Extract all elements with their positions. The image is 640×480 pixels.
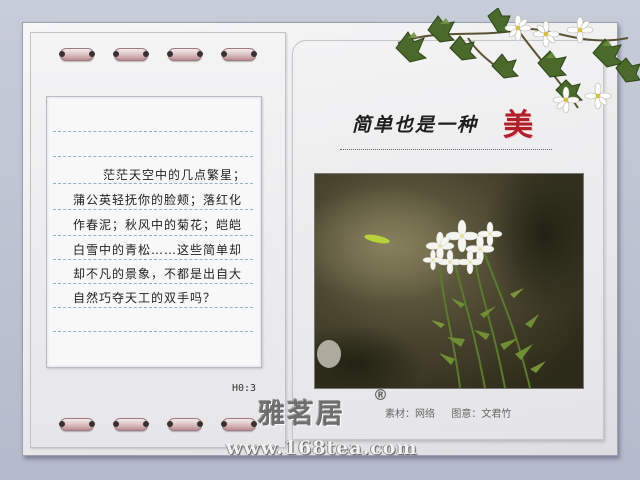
site-url: www.168tea.com xyxy=(226,437,418,459)
page-code: H0:3 xyxy=(232,383,257,394)
credit-material: 素材：网络 xyxy=(385,409,435,420)
binder-ring-icon xyxy=(113,48,149,61)
top-binder-rings xyxy=(59,45,260,63)
ruled-line xyxy=(53,331,253,332)
bottom-binder-rings xyxy=(59,415,260,433)
ruled-line xyxy=(53,307,253,308)
binder-ring-icon xyxy=(221,48,257,61)
site-logo: 雅茗居 xyxy=(258,399,345,430)
binder-ring-icon xyxy=(59,48,95,61)
binder-ring-icon xyxy=(113,418,149,431)
binder-ring-icon xyxy=(221,418,257,431)
poem-line: 自然巧夺天工的双手吗？ xyxy=(73,291,217,305)
ruled-line xyxy=(53,131,253,132)
poem-line: 作春泥；秋风中的菊花；皑皑 xyxy=(73,218,243,232)
ruled-line xyxy=(53,235,253,236)
binder-ring-icon xyxy=(59,418,95,431)
flower-photo-illustration xyxy=(315,174,583,388)
registered-mark: ® xyxy=(373,386,388,404)
ruled-line xyxy=(53,259,253,260)
ivy-flower-icon xyxy=(395,8,640,114)
poem-line: 蒲公英轻抚你的脸颊；落红化 xyxy=(73,193,243,207)
ruled-line xyxy=(53,183,253,184)
poem-line: 却不凡的景象，不都是出自大 xyxy=(73,267,243,281)
binder-ring-icon xyxy=(167,418,203,431)
ruled-line xyxy=(53,283,253,284)
ruled-line xyxy=(53,156,253,157)
title-underline xyxy=(340,149,552,150)
photo-credits: 素材：网络 图意：文君竹 xyxy=(385,405,511,420)
credit-design: 图意：文君竹 xyxy=(451,409,512,420)
binder-ring-icon xyxy=(167,48,203,61)
poem-notepad: 茫茫天空中的几点繁星； 蒲公英轻抚你的脸颊；落红化 作春泥；秋风中的菊花；皑皑 … xyxy=(46,96,262,368)
poem-line: 茫茫天空中的几点繁星； xyxy=(103,168,247,182)
poem-line: 白雪中的青松……这些简单却 xyxy=(73,243,243,257)
flower-photo xyxy=(314,173,584,389)
ruled-line xyxy=(53,209,253,210)
